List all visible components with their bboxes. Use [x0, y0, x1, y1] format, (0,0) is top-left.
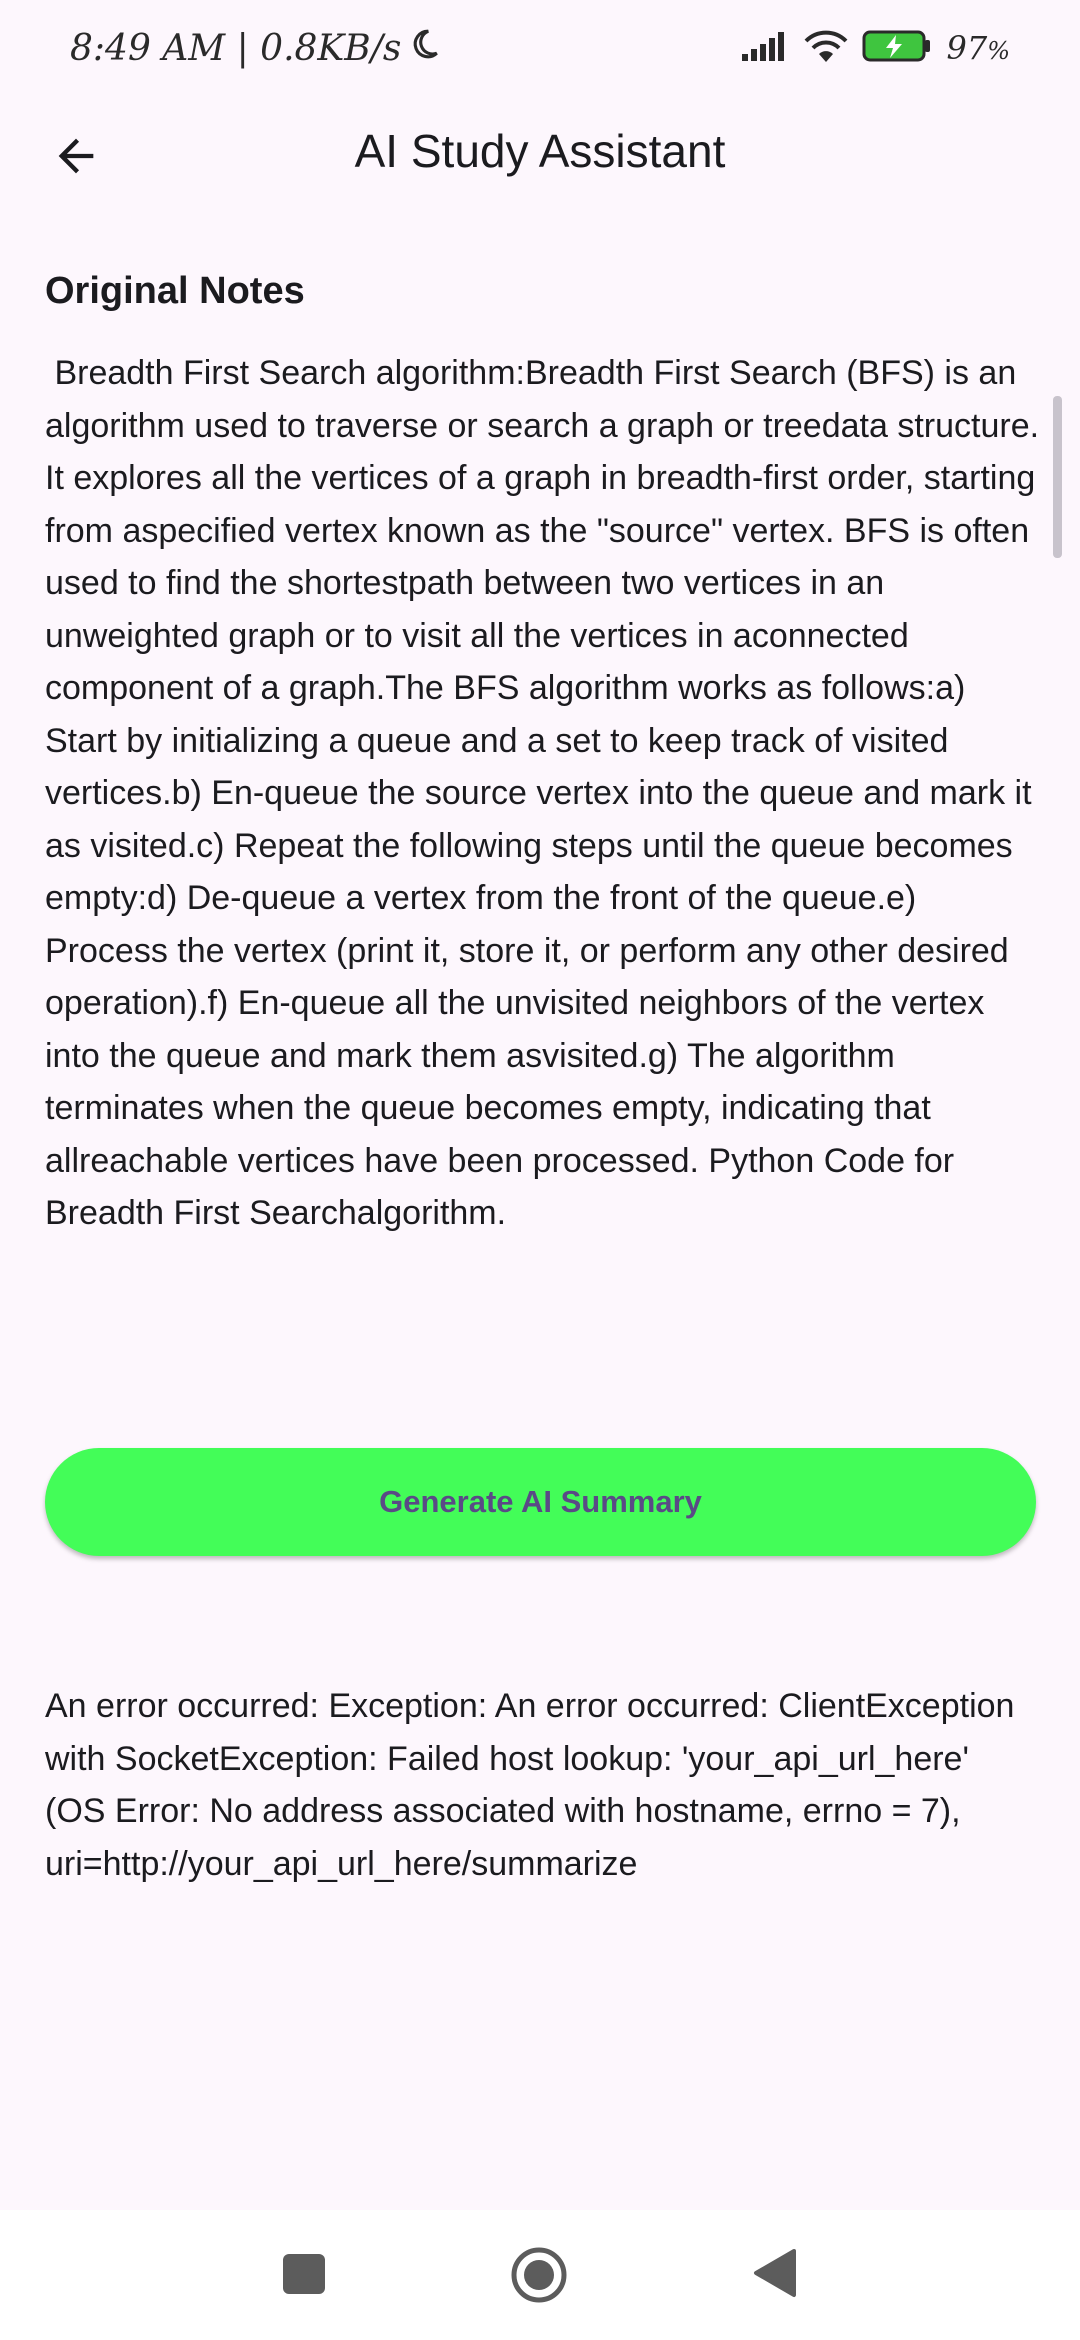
app-bar: AI Study Assistant: [0, 96, 1080, 212]
moon-icon: [407, 27, 441, 70]
signal-icon: [740, 30, 790, 67]
wifi-icon: [804, 29, 848, 68]
status-bar: 8:49 AM | 0.8KB/s 97%: [0, 0, 1080, 96]
status-right: 97%: [740, 29, 1010, 68]
recents-square-icon[interactable]: [283, 2254, 325, 2294]
scrollbar[interactable]: [1053, 396, 1062, 558]
page-title: AI Study Assistant: [354, 125, 726, 177]
notes-body: Breadth First Search algorithm:Breadth F…: [45, 354, 1049, 1232]
battery-percent: 97%: [946, 29, 1010, 67]
battery-charging-icon: [862, 29, 932, 68]
generate-summary-button[interactable]: Generate AI Summary: [45, 1448, 1036, 1556]
system-nav-bar: [0, 2210, 1080, 2340]
notes-section: Original Notes Breadth First Search algo…: [45, 270, 1039, 1240]
status-left: 8:49 AM | 0.8KB/s: [70, 27, 441, 70]
status-time: 8:49 AM | 0.8KB/s: [70, 27, 402, 69]
error-message: An error occurred: Exception: An error o…: [45, 1687, 1015, 1883]
section-title: Original Notes: [45, 270, 305, 312]
home-circle-icon[interactable]: [510, 2246, 568, 2304]
back-triangle-icon[interactable]: [752, 2248, 798, 2298]
